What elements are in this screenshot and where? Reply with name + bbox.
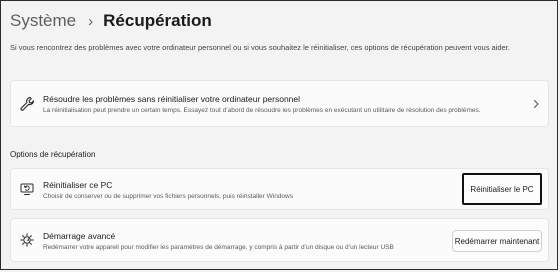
- breadcrumb-parent[interactable]: Système: [10, 11, 76, 31]
- reset-pc-button[interactable]: Réinitialiser le PC: [462, 173, 542, 205]
- troubleshoot-title: Résoudre les problèmes sans réinitialise…: [43, 94, 301, 104]
- chevron-right-icon: [533, 99, 539, 108]
- reset-pc-card: Réinitialiser ce PC Choisir de conserver…: [10, 168, 549, 210]
- intro-text: Si vous rencontrez des problèmes avec vo…: [10, 43, 510, 52]
- section-title: Options de récupération: [10, 150, 96, 159]
- wrench-icon: [20, 96, 35, 111]
- restart-now-button[interactable]: Redémarrer maintenant: [452, 230, 542, 252]
- breadcrumb-separator: ›: [88, 12, 94, 30]
- advanced-startup-description: Redémarrer votre appareil pour modifier …: [43, 244, 394, 251]
- page-title: Récupération: [103, 11, 212, 30]
- advanced-startup-title: Démarrage avancé: [43, 231, 116, 241]
- reset-pc-description: Choisir de conserver ou de supprimer vos…: [43, 193, 293, 200]
- reset-pc-icon: [20, 183, 34, 195]
- troubleshoot-description: La réinitialisation peut prendre un cert…: [43, 107, 481, 114]
- troubleshoot-card[interactable]: Résoudre les problèmes sans réinitialise…: [10, 80, 549, 127]
- breadcrumb: Système › Récupération: [10, 8, 212, 34]
- advanced-startup-icon: [20, 233, 34, 247]
- advanced-startup-card: Démarrage avancé Redémarrer votre appare…: [10, 218, 549, 262]
- reset-pc-title: Réinitialiser ce PC: [43, 180, 113, 190]
